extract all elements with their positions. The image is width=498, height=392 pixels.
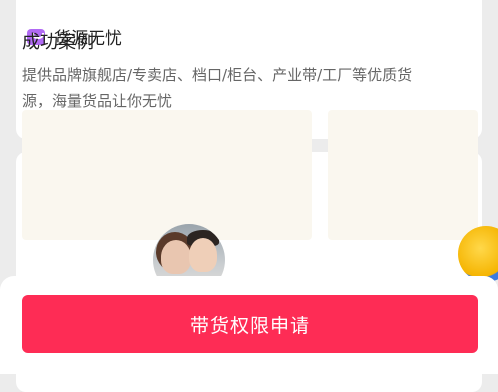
case-card[interactable] [22, 110, 312, 240]
apply-permission-button[interactable]: 带货权限申请 [22, 295, 478, 353]
case-card[interactable] [328, 110, 478, 240]
section-title: 成功案例 [22, 32, 94, 53]
avatar-face [189, 238, 217, 272]
avatar-face [161, 240, 191, 274]
feature-description: 提供品牌旗舰店/专卖店、档口/柜台、产业带/工厂等优质货源，海量货品让你无忧 [22, 66, 413, 110]
